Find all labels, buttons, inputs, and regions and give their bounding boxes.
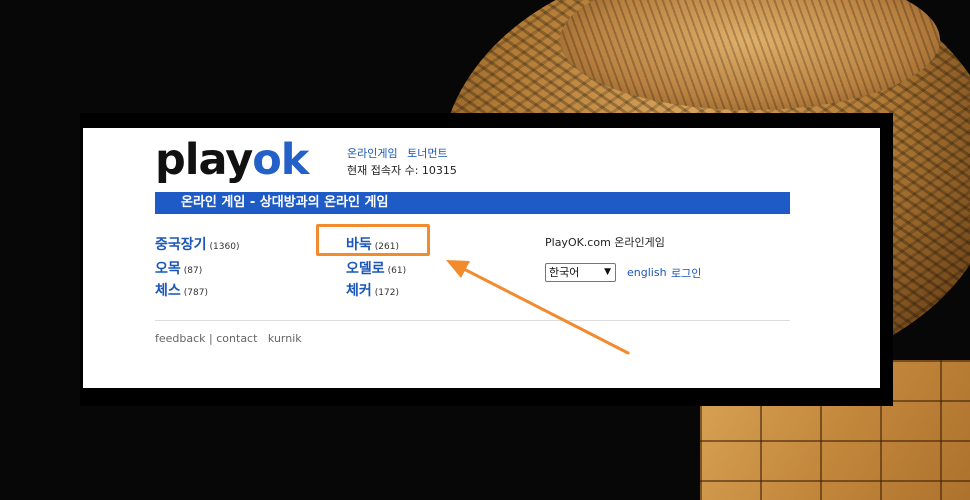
annotation-arrow — [446, 260, 630, 355]
arrow-shaft — [456, 264, 630, 355]
